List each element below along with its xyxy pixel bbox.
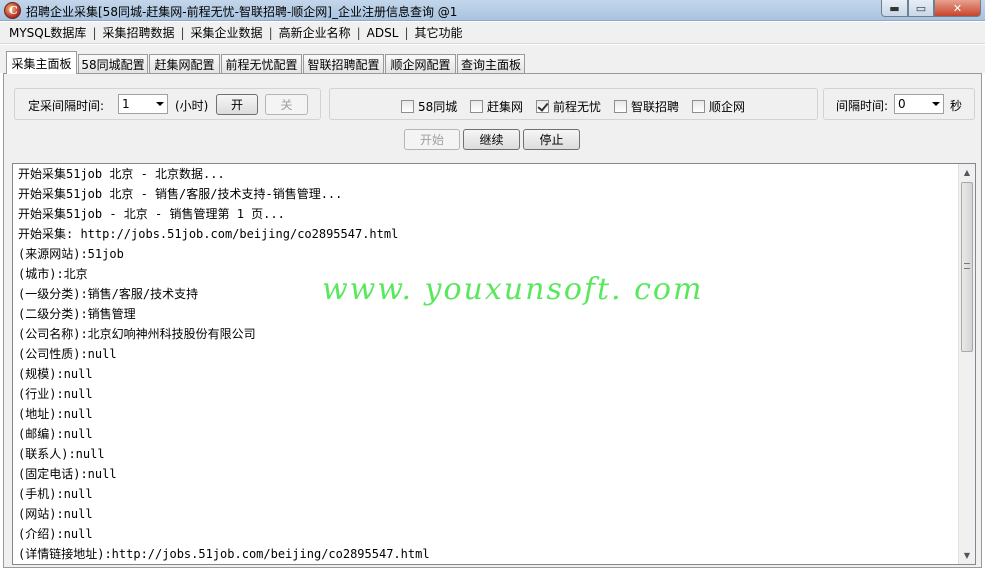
watermark-text: www. youxunsoft. com [322, 272, 704, 307]
tab-zhilian-config[interactable]: 智联招聘配置 [303, 54, 384, 73]
checkbox-icon [692, 100, 705, 113]
app-logo-icon: C [4, 2, 21, 19]
vertical-scrollbar[interactable]: ▲ ▼ [958, 164, 975, 564]
log-line: 开始采集51job - 北京 - 销售管理第 1 页... [18, 207, 285, 221]
site-zhilian-label: 智联招聘 [631, 100, 680, 114]
close-button[interactable]: ✕ [934, 0, 981, 17]
site-58-checkbox[interactable]: 58同城 [401, 98, 457, 115]
log-lines: 开始采集51job 北京 - 北京数据... 开始采集51job 北京 - 销售/… [18, 164, 958, 564]
site-ganji-checkbox[interactable]: 赶集网 [470, 98, 523, 115]
menu-other[interactable]: 其它功能 [411, 24, 465, 41]
interval-value: 0 [898, 97, 906, 111]
grip-icon [964, 263, 970, 269]
chevron-down-icon [156, 102, 164, 106]
timer-label: 定采间隔时间: [28, 99, 105, 113]
checkbox-checked-icon [536, 100, 549, 113]
window-title: 招聘企业采集[58同城-赶集网-前程无忧-智联招聘-顺企网]_企业注册信息查询 … [26, 5, 458, 19]
log-line: (行业):null [18, 387, 93, 401]
minimize-icon: ▬ [889, 1, 900, 15]
site-51job-checkbox[interactable]: 前程无忧 [536, 98, 601, 115]
main-panel: 定采间隔时间: 1 (小时) 开 关 58同城 赶集网 前程无忧 智联招聘 顺企… [3, 73, 982, 568]
site-51job-label: 前程无忧 [553, 100, 602, 114]
maximize-icon: ▭ [915, 1, 927, 15]
site-shunqi-checkbox[interactable]: 顺企网 [692, 98, 745, 115]
chevron-down-icon [932, 102, 940, 106]
menu-mysql[interactable]: MYSQL数据库 [6, 24, 89, 41]
timer-select[interactable]: 1 [118, 94, 168, 114]
interval-unit: 秒 [950, 99, 963, 113]
timer-unit: (小时) [175, 99, 209, 113]
tab-main-panel[interactable]: 采集主面板 [6, 51, 77, 74]
minimize-button[interactable]: ▬ [881, 0, 908, 17]
menu-separator: | [92, 25, 97, 40]
log-line: (固定电话):null [18, 467, 117, 481]
menu-separator: | [404, 25, 409, 40]
menu-adsl[interactable]: ADSL [364, 26, 402, 40]
log-line: (详情链接地址):http://jobs.51job.com/beijing/c… [18, 547, 430, 561]
site-shunqi-label: 顺企网 [709, 100, 746, 114]
tab-58-config[interactable]: 58同城配置 [78, 54, 148, 73]
tab-query-panel[interactable]: 查询主面板 [457, 54, 525, 73]
tab-shunqi-config[interactable]: 顺企网配置 [385, 54, 456, 73]
stop-button[interactable]: 停止 [523, 129, 580, 150]
tab-ganji-config[interactable]: 赶集网配置 [149, 54, 220, 73]
log-line: (规模):null [18, 367, 93, 381]
site-58-label: 58同城 [418, 100, 458, 114]
log-textarea[interactable]: 开始采集51job 北京 - 北京数据... 开始采集51job 北京 - 销售/… [12, 163, 976, 565]
log-line: (联系人):null [18, 447, 105, 461]
interval-label: 间隔时间: [836, 99, 889, 113]
site-ganji-label: 赶集网 [487, 100, 524, 114]
log-line: 开始采集: http://jobs.51job.com/beijing/co28… [18, 227, 399, 241]
menu-collect-jobs[interactable]: 采集招聘数据 [99, 24, 177, 41]
log-line: (网站):null [18, 507, 93, 521]
scroll-down-icon[interactable]: ▼ [959, 547, 975, 564]
title-bar: C 招聘企业采集[58同城-赶集网-前程无忧-智联招聘-顺企网]_企业注册信息查… [0, 0, 985, 21]
log-line: 开始采集51job 北京 - 北京数据... [18, 167, 225, 181]
timer-off-button[interactable]: 关 [265, 94, 308, 115]
interval-select[interactable]: 0 [894, 94, 944, 114]
log-line: (二级分类):销售管理 [18, 307, 136, 321]
timer-on-button[interactable]: 开 [216, 94, 258, 115]
close-icon: ✕ [952, 1, 963, 15]
checkbox-icon [470, 100, 483, 113]
timer-group: 定采间隔时间: 1 (小时) 开 关 [14, 88, 321, 120]
sites-group: 58同城 赶集网 前程无忧 智联招聘 顺企网 [329, 88, 818, 120]
start-button[interactable]: 开始 [404, 129, 460, 150]
menu-hightech-names[interactable]: 高新企业名称 [276, 24, 354, 41]
menu-collect-companies[interactable]: 采集企业数据 [188, 24, 266, 41]
log-line: (介绍):null [18, 527, 93, 541]
log-line: (来源网站):51job [18, 247, 124, 261]
log-line: (手机):null [18, 487, 93, 501]
timer-value: 1 [122, 97, 130, 111]
log-line: (地址):null [18, 407, 93, 421]
menu-separator: | [180, 25, 185, 40]
log-line: (公司名称):北京幻响神州科技股份有限公司 [18, 327, 256, 341]
checkbox-icon [614, 100, 627, 113]
maximize-button[interactable]: ▭ [908, 0, 934, 17]
site-zhilian-checkbox[interactable]: 智联招聘 [614, 98, 679, 115]
menu-separator: | [356, 25, 361, 40]
log-line: (公司性质):null [18, 347, 117, 361]
checkbox-icon [401, 100, 414, 113]
tab-51job-config[interactable]: 前程无忧配置 [221, 54, 302, 73]
tab-strip: 采集主面板 58同城配置 赶集网配置 前程无忧配置 智联招聘配置 顺企网配置 查… [0, 45, 985, 74]
menu-bar: MYSQL数据库 | 采集招聘数据 | 采集企业数据 | 高新企业名称 | AD… [0, 22, 985, 44]
interval-group: 间隔时间: 0 秒 [823, 88, 975, 120]
continue-button[interactable]: 继续 [463, 129, 520, 150]
log-line: 开始采集51job 北京 - 销售/客服/技术支持-销售管理... [18, 187, 343, 201]
log-line: (邮编):null [18, 427, 93, 441]
scroll-up-icon[interactable]: ▲ [959, 164, 975, 181]
scroll-thumb[interactable] [961, 182, 973, 352]
menu-separator: | [268, 25, 273, 40]
